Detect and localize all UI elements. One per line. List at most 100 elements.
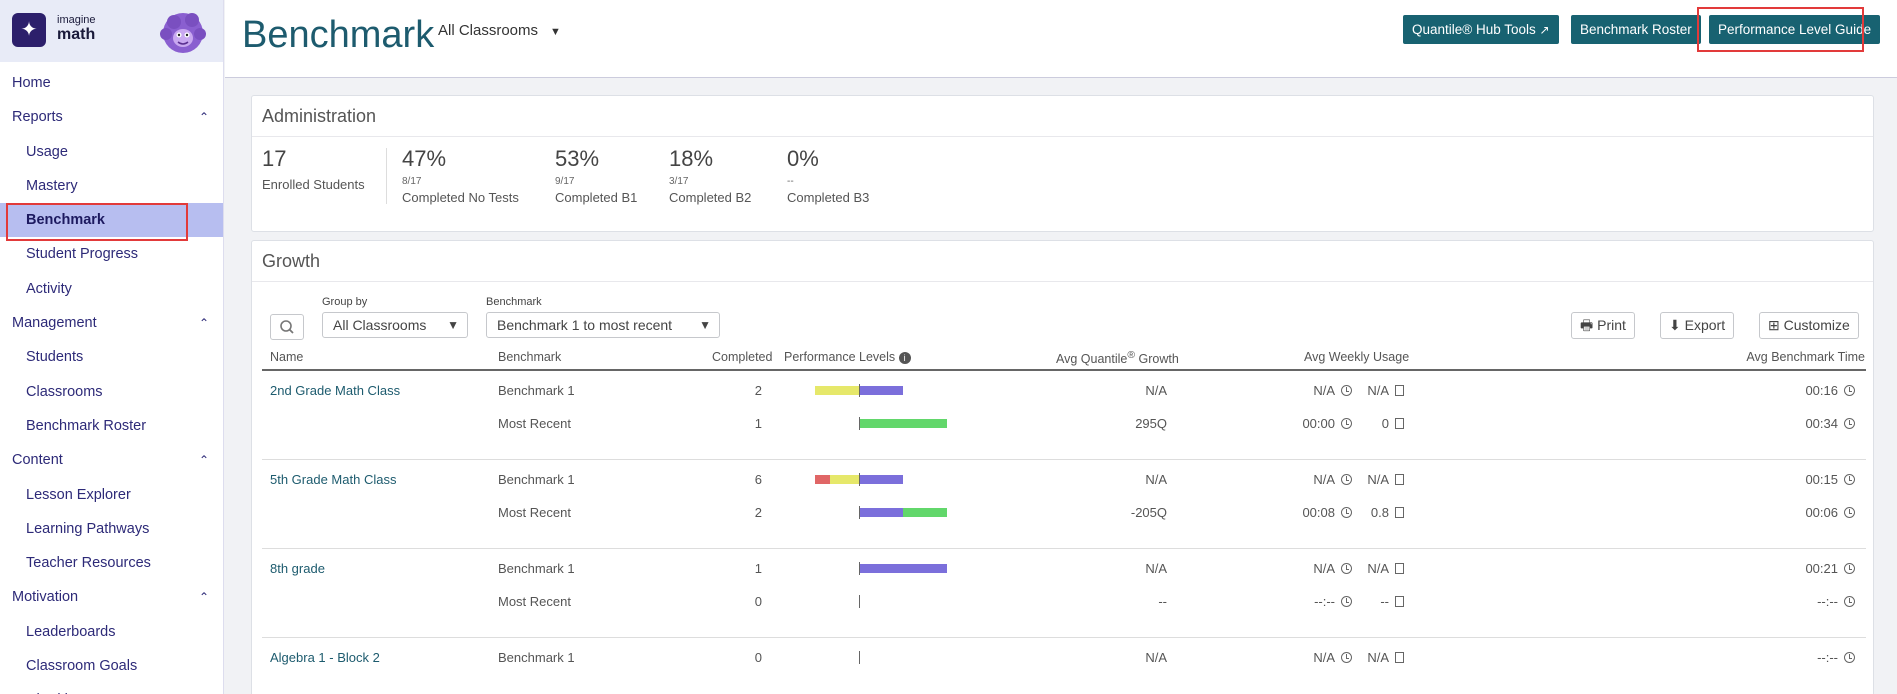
clock-icon bbox=[1341, 474, 1352, 485]
sidebar-item-lesson-explorer[interactable]: Lesson Explorer bbox=[0, 478, 223, 512]
sidebar-item-label: Management bbox=[12, 315, 97, 332]
administration-title: Administration bbox=[252, 96, 1873, 137]
usage-count: N/A bbox=[1354, 561, 1404, 576]
class-name-link[interactable]: 2nd Grade Math Class bbox=[270, 383, 400, 398]
caret-down-icon: ▼ bbox=[550, 26, 561, 38]
imagine-math-logo-icon[interactable]: ✦ bbox=[12, 13, 46, 47]
sidebar-item-label: Mastery bbox=[26, 177, 78, 194]
admin-stat-label: Completed B1 bbox=[555, 190, 638, 205]
caret-down-icon: ▼ bbox=[699, 318, 711, 332]
col-avg-weekly-usage[interactable]: Avg Weekly Usage bbox=[1304, 350, 1409, 364]
admin-stat-label: Completed No Tests bbox=[402, 190, 519, 205]
group-by-select[interactable]: All Classrooms ▼ bbox=[322, 312, 468, 338]
benchmark-time: --:-- bbox=[1712, 650, 1855, 665]
col-completed[interactable]: Completed bbox=[712, 350, 772, 364]
sidebar-item-students[interactable]: Students bbox=[0, 340, 223, 374]
document-icon bbox=[1395, 385, 1404, 396]
sidebar-item-teacher-resources[interactable]: Teacher Resources bbox=[0, 546, 223, 580]
class-name-link[interactable]: Algebra 1 - Block 2 bbox=[270, 650, 380, 665]
customize-button[interactable]: ⊞ Customize bbox=[1759, 312, 1859, 339]
col-avg-benchmark-time[interactable]: Avg Benchmark Time bbox=[1491, 350, 1865, 364]
sidebar-item-label: Motivation bbox=[12, 589, 79, 606]
col-name[interactable]: Name bbox=[270, 350, 303, 364]
sidebar-item-leaderboards[interactable]: Leaderboards bbox=[0, 615, 223, 649]
sidebar-item-label: Lesson Explorer bbox=[26, 486, 131, 503]
benchmark-time: 00:34 bbox=[1712, 416, 1855, 431]
clock-icon bbox=[1341, 507, 1352, 518]
search-button[interactable] bbox=[270, 314, 304, 340]
clock-icon bbox=[1844, 474, 1855, 485]
benchmark-roster-button[interactable]: Benchmark Roster bbox=[1571, 15, 1701, 44]
performance-segment-green bbox=[859, 419, 947, 428]
col-benchmark[interactable]: Benchmark bbox=[498, 350, 561, 364]
completed-count: 1 bbox=[754, 416, 762, 431]
sidebar-item-classrooms[interactable]: Classrooms bbox=[0, 375, 223, 409]
sidebar-item-motivation[interactable]: Motivation ⌃ bbox=[0, 580, 223, 614]
info-icon[interactable]: i bbox=[898, 352, 911, 364]
benchmark-label: Benchmark 1 bbox=[498, 650, 575, 665]
download-icon: ⬇ bbox=[1669, 317, 1681, 333]
avg-growth-value: N/A bbox=[1145, 472, 1167, 487]
sidebar-item-benchmark-roster[interactable]: Benchmark Roster bbox=[0, 409, 223, 443]
growth-title: Growth bbox=[252, 241, 1873, 282]
sidebar-item-label: Students bbox=[26, 349, 84, 366]
benchmark-label: Benchmark 1 bbox=[498, 472, 575, 487]
table-header: Name Benchmark Completed Performance Lev… bbox=[262, 346, 1866, 371]
sidebar-item-benchmark[interactable]: Benchmark bbox=[0, 203, 223, 242]
col-performance-levels[interactable]: Performance Levels i bbox=[784, 350, 911, 364]
usage-count: 0 bbox=[1354, 416, 1404, 431]
benchmark-time: 00:21 bbox=[1712, 561, 1855, 576]
sidebar-item-mastery[interactable]: Mastery bbox=[0, 169, 223, 203]
administration-card: Administration 17 Enrolled Students 47% 8… bbox=[251, 95, 1874, 232]
sidebar-item-learning-pathways[interactable]: Learning Pathways bbox=[0, 512, 223, 546]
class-name-link[interactable]: 5th Grade Math Class bbox=[270, 472, 396, 487]
classroom-select-value: All Classrooms bbox=[438, 22, 539, 39]
avg-growth-value: N/A bbox=[1145, 650, 1167, 665]
completed-count: 0 bbox=[754, 650, 762, 665]
performance-segment-blue bbox=[859, 475, 903, 484]
admin-stat: 47% 8/17 Completed No Tests bbox=[402, 146, 519, 205]
performance-segment-yellow bbox=[815, 386, 859, 395]
sidebar-item-charities[interactable]: Charities bbox=[0, 683, 223, 694]
benchmark-label: Most Recent bbox=[498, 505, 571, 520]
classroom-select[interactable]: All Classrooms ▼ bbox=[438, 22, 561, 39]
completed-count: 2 bbox=[754, 505, 762, 520]
benchmark-label: Benchmark 1 bbox=[498, 561, 575, 576]
col-avg-quantile-growth[interactable]: Avg Quantile® Growth bbox=[1056, 350, 1179, 366]
export-button[interactable]: ⬇ Export bbox=[1660, 312, 1735, 339]
clock-icon bbox=[1844, 385, 1855, 396]
document-icon bbox=[1395, 507, 1404, 518]
class-name-link[interactable]: 8th grade bbox=[270, 561, 325, 576]
sidebar-item-student-progress[interactable]: Student Progress bbox=[0, 237, 223, 271]
sidebar-item-home[interactable]: Home bbox=[0, 66, 223, 100]
admin-stat-small: 9/17 bbox=[555, 176, 575, 187]
usage-count: N/A bbox=[1354, 383, 1404, 398]
sidebar-item-label: Home bbox=[12, 75, 51, 91]
mascot-icon bbox=[160, 13, 206, 53]
sidebar-item-usage[interactable]: Usage bbox=[0, 135, 223, 169]
sidebar-item-label: Classroom Goals bbox=[26, 658, 138, 675]
benchmark-select[interactable]: Benchmark 1 to most recent ▼ bbox=[486, 312, 720, 338]
performance-bar-baseline bbox=[859, 417, 860, 430]
admin-stat-small: 3/17 bbox=[669, 176, 689, 187]
sidebar-item-management[interactable]: Management ⌃ bbox=[0, 306, 223, 340]
quantile-hub-tools-button[interactable]: Quantile® Hub Tools ↗ bbox=[1403, 15, 1559, 44]
performance-segment-red bbox=[815, 475, 830, 484]
usage-count: -- bbox=[1354, 594, 1404, 609]
sidebar-item-content[interactable]: Content ⌃ bbox=[0, 443, 223, 477]
clock-icon bbox=[1341, 563, 1352, 574]
admin-stat-big: 0% bbox=[787, 146, 819, 171]
avg-growth-value: -205Q bbox=[1130, 505, 1167, 520]
sidebar-item-reports[interactable]: Reports ⌃ bbox=[0, 100, 223, 134]
usage-count: N/A bbox=[1354, 650, 1404, 665]
sidebar: ✦ imagine math Home Reports ⌃ Usage Mastery B… bbox=[0, 0, 224, 694]
stat-divider bbox=[386, 148, 387, 204]
sidebar-item-activity[interactable]: Activity bbox=[0, 272, 223, 306]
sidebar-item-label: Leaderboards bbox=[26, 623, 116, 640]
sidebar-item-label: Student Progress bbox=[26, 246, 139, 263]
usage-time: N/A bbox=[1262, 650, 1352, 665]
print-button[interactable]: 🖶 Print bbox=[1571, 312, 1635, 339]
clock-icon bbox=[1844, 596, 1855, 607]
sidebar-item-classroom-goals[interactable]: Classroom Goals bbox=[0, 649, 223, 683]
sidebar-item-label: Usage bbox=[26, 143, 68, 160]
